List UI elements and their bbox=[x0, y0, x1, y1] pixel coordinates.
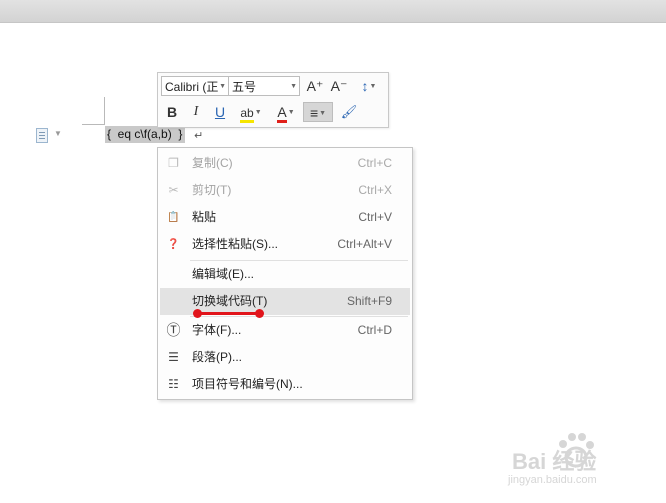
watermark-url: jingyan.baidu.com bbox=[508, 474, 597, 486]
margin-corner-mark bbox=[104, 97, 105, 124]
font-color-icon: A bbox=[277, 104, 287, 123]
menu-item-copy[interactable]: ❐ 复制(C) Ctrl+C bbox=[160, 150, 410, 177]
window-top-bar bbox=[0, 0, 666, 23]
annotation-dot-right bbox=[255, 309, 264, 318]
menu-item-label: 剪切(T) bbox=[192, 183, 232, 197]
cut-icon: ✂ bbox=[168, 183, 179, 197]
font-size-value: 五号 bbox=[232, 80, 257, 94]
underline-icon: U bbox=[214, 104, 226, 120]
menu-item-paste-special[interactable]: ❓ 选择性粘贴(S)... Ctrl+Alt+V bbox=[160, 231, 410, 258]
menu-item-label: 段落(P)... bbox=[192, 350, 242, 364]
paste-icon: 📋 bbox=[167, 212, 180, 223]
chevron-down-icon[interactable]: ▼ bbox=[54, 129, 62, 138]
paragraph-layout-icon[interactable] bbox=[36, 128, 48, 143]
chevron-down-icon: ▼ bbox=[219, 83, 226, 90]
format-painter-icon: 🖌 bbox=[340, 104, 358, 119]
font-icon: Ⓣ bbox=[166, 322, 181, 338]
annotation-dot-left bbox=[193, 309, 202, 318]
highlight-icon: ab bbox=[240, 106, 254, 123]
context-menu: ❐ 复制(C) Ctrl+C ✂ 剪切(T) Ctrl+X 📋 粘贴 Ctrl+… bbox=[157, 147, 413, 400]
font-color-button[interactable]: A▼ bbox=[272, 102, 300, 123]
shrink-font-button[interactable]: A⁻ bbox=[328, 76, 350, 96]
menu-item-shortcut: Ctrl+V bbox=[358, 210, 392, 224]
margin-corner-mark-horizontal bbox=[82, 124, 105, 125]
chevron-down-icon: ▼ bbox=[369, 83, 377, 91]
menu-item-bullets-numbering[interactable]: ☷ 项目符号和编号(N)... bbox=[160, 371, 410, 398]
bold-button[interactable]: B bbox=[162, 102, 182, 122]
menu-item-label: 字体(F)... bbox=[192, 323, 242, 337]
menu-item-shortcut: Ctrl+X bbox=[358, 183, 392, 197]
watermark: Bai 经验 jingyan.baidu.com bbox=[508, 430, 658, 496]
bold-icon: B bbox=[166, 104, 178, 120]
chevron-down-icon: ▼ bbox=[254, 109, 262, 117]
menu-item-shortcut: Ctrl+Alt+V bbox=[337, 237, 392, 251]
paragraph-icon: ☰ bbox=[168, 350, 179, 364]
menu-item-shortcut: Ctrl+D bbox=[357, 323, 392, 337]
highlight-button[interactable]: ab▼ bbox=[236, 102, 266, 123]
chevron-down-icon: ▼ bbox=[290, 83, 297, 90]
menu-item-paste[interactable]: 📋 粘贴 Ctrl+V bbox=[160, 204, 410, 231]
menu-item-label: 选择性粘贴(S)... bbox=[192, 237, 278, 251]
chevron-down-icon: ▼ bbox=[319, 110, 327, 118]
copy-icon: ❐ bbox=[168, 156, 179, 170]
menu-item-label: 粘贴 bbox=[192, 210, 217, 224]
italic-icon: I bbox=[193, 104, 199, 119]
line-spacing-icon: ↕ bbox=[361, 78, 369, 94]
underline-button[interactable]: U bbox=[210, 102, 230, 122]
menu-item-label: 编辑域(E)... bbox=[192, 267, 254, 281]
line-spacing-button[interactable]: ↕▼ bbox=[354, 76, 384, 96]
watermark-brand: Bai 经验 bbox=[512, 449, 597, 474]
font-size-select[interactable]: 五号 ▼ bbox=[228, 76, 300, 96]
menu-item-paragraph[interactable]: ☰ 段落(P)... bbox=[160, 344, 410, 371]
shrink-font-icon: A⁻ bbox=[330, 78, 348, 94]
font-name-value: Calibri (正 bbox=[165, 80, 219, 94]
menu-item-cut[interactable]: ✂ 剪切(T) Ctrl+X bbox=[160, 177, 410, 204]
format-painter-button[interactable]: 🖌 bbox=[338, 102, 360, 122]
align-icon: ≡ bbox=[309, 105, 319, 121]
italic-button[interactable]: I bbox=[186, 102, 206, 122]
field-code-text[interactable]: { eq c\f(a,b) } bbox=[105, 126, 186, 143]
paste-special-icon: ❓ bbox=[167, 239, 180, 250]
annotation-underline bbox=[197, 312, 259, 315]
font-name-select[interactable]: Calibri (正 ▼ bbox=[161, 76, 229, 96]
grow-font-button[interactable]: A⁺ bbox=[304, 76, 326, 96]
mini-toolbar: Calibri (正 ▼ 五号 ▼ A⁺ A⁻ ↕▼ B I U ab▼ A▼ … bbox=[157, 72, 389, 128]
grow-font-icon: A⁺ bbox=[306, 78, 324, 94]
menu-item-shortcut: Shift+F9 bbox=[346, 294, 392, 308]
menu-item-shortcut: Ctrl+C bbox=[357, 156, 392, 170]
menu-item-font[interactable]: Ⓣ 字体(F)... Ctrl+D bbox=[160, 317, 410, 344]
bullets-icon: ☷ bbox=[168, 377, 179, 391]
chevron-down-icon: ▼ bbox=[287, 109, 295, 117]
align-button[interactable]: ≡▼ bbox=[303, 102, 333, 122]
menu-item-label: 项目符号和编号(N)... bbox=[192, 377, 303, 391]
menu-item-edit-field[interactable]: 编辑域(E)... bbox=[160, 261, 410, 288]
menu-item-label: 复制(C) bbox=[192, 156, 233, 170]
paragraph-mark: ↵ bbox=[194, 130, 204, 142]
